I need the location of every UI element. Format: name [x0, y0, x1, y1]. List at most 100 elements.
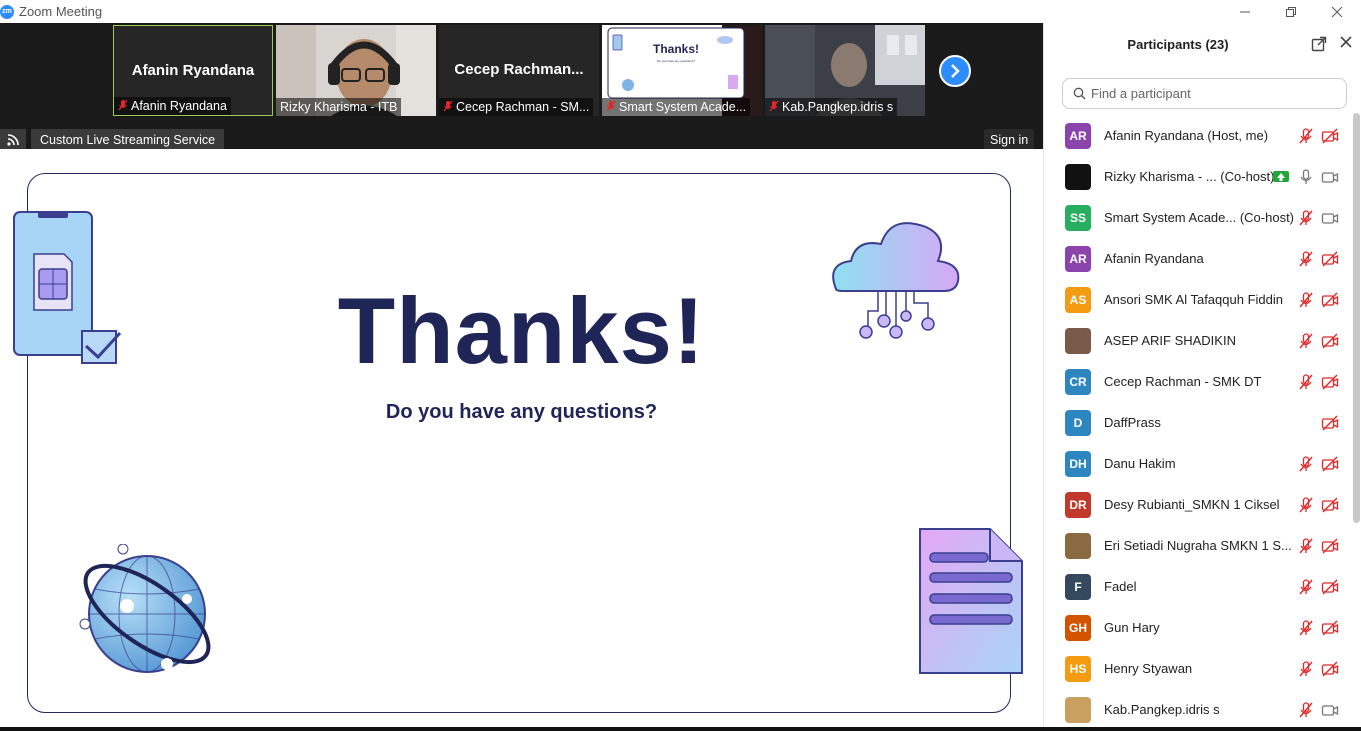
video-tile-kab-pangkep[interactable]: Kab.Pangkep.idris s: [765, 25, 925, 116]
participants-title: Participants (23): [1127, 37, 1229, 52]
participant-name: Kab.Pangkep.idris s: [1104, 702, 1220, 717]
muted-mic-icon[interactable]: [1297, 701, 1315, 719]
maximize-button[interactable]: [1268, 0, 1314, 23]
muted-mic-icon: [769, 100, 779, 115]
participant-name: DaffPrass: [1104, 415, 1161, 430]
muted-mic-icon[interactable]: [1297, 332, 1315, 350]
muted-mic-icon[interactable]: [1297, 291, 1315, 309]
muted-mic-icon[interactable]: [1297, 373, 1315, 391]
search-input[interactable]: [1091, 86, 1331, 101]
video-off-icon[interactable]: [1321, 250, 1339, 268]
slide-title: Thanks!: [337, 278, 706, 383]
avatar: AR: [1065, 122, 1091, 149]
participant-name: Rizky Kharisma - ... (Co-host): [1104, 169, 1275, 184]
participant-row[interactable]: GH Gun Hary: [1044, 607, 1349, 648]
chevron-right-icon: [951, 64, 960, 78]
video-off-icon[interactable]: [1321, 127, 1339, 145]
close-panel-button[interactable]: [1338, 35, 1354, 51]
participant-row[interactable]: DH Danu Hakim: [1044, 443, 1349, 484]
muted-mic-icon[interactable]: [1297, 496, 1315, 514]
muted-mic-icon[interactable]: [1297, 209, 1315, 227]
video-off-icon[interactable]: [1321, 619, 1339, 637]
video-off-icon[interactable]: [1321, 414, 1339, 432]
close-window-button[interactable]: [1314, 0, 1360, 23]
video-off-icon[interactable]: [1321, 496, 1339, 514]
participant-row[interactable]: AS Ansori SMK Al Tafaqquh Fiddin: [1044, 279, 1349, 320]
participant-row[interactable]: DR Desy Rubianti_SMKN 1 Ciksel: [1044, 484, 1349, 525]
mic-icon[interactable]: [1297, 168, 1315, 186]
participant-row[interactable]: HS Henry Styawan: [1044, 648, 1349, 689]
participant-row[interactable]: F Fadel: [1044, 566, 1349, 607]
tile-label: Rizky Kharisma - ITB: [276, 98, 402, 116]
pop-out-icon[interactable]: [1311, 36, 1327, 52]
video-off-icon[interactable]: [1321, 332, 1339, 350]
tile-label: Afanin Ryandana: [114, 97, 231, 115]
window-title: Zoom Meeting: [19, 4, 103, 19]
avatar: HS: [1065, 655, 1091, 682]
participants-scrollbar[interactable]: [1353, 113, 1360, 523]
avatar: [1065, 696, 1091, 723]
screen-share-icon: [1273, 171, 1289, 182]
tile-display-name: Afanin Ryandana: [131, 62, 255, 79]
search-icon: [1073, 87, 1086, 100]
muted-mic-icon[interactable]: [1297, 250, 1315, 268]
video-tile-smart-system[interactable]: Thanks! Do you have any questions? Smart…: [602, 25, 762, 116]
participant-row[interactable]: CR Cecep Rachman - SMK DT: [1044, 361, 1349, 402]
title-bar: zm Zoom Meeting: [0, 0, 1361, 23]
participant-row[interactable]: AR Afanin Ryandana: [1044, 238, 1349, 279]
video-tile-cecep[interactable]: Cecep Rachman... Cecep Rachman - SM...: [439, 25, 599, 116]
avatar: [1065, 163, 1091, 190]
participant-row[interactable]: SS Smart System Acade... (Co-host): [1044, 197, 1349, 238]
participant-name: Afanin Ryandana: [1104, 251, 1204, 266]
video-icon[interactable]: [1321, 701, 1339, 719]
next-page-button[interactable]: [939, 55, 971, 87]
avatar: D: [1065, 409, 1091, 436]
video-off-icon[interactable]: [1321, 578, 1339, 596]
video-icon[interactable]: [1321, 168, 1339, 186]
muted-mic-icon: [118, 99, 128, 114]
tile-label: Cecep Rachman - SM...: [439, 98, 594, 116]
tile-label: Kab.Pangkep.idris s: [765, 98, 898, 116]
participant-search[interactable]: [1062, 78, 1347, 109]
video-icon[interactable]: [1321, 209, 1339, 227]
avatar: AR: [1065, 245, 1091, 272]
sign-in-button[interactable]: Sign in: [984, 129, 1035, 151]
video-tile-afanin[interactable]: Afanin Ryandana Afanin Ryandana: [113, 25, 273, 116]
participant-name: Eri Setiadi Nugraha SMKN 1 S...: [1104, 538, 1292, 553]
muted-mic-icon: [606, 100, 616, 115]
live-stream-button[interactable]: [0, 129, 26, 151]
participant-row[interactable]: ASEP ARIF SHADIKIN: [1044, 320, 1349, 361]
live-stream-status[interactable]: Custom Live Streaming Service: [31, 129, 225, 151]
video-off-icon[interactable]: [1321, 373, 1339, 391]
participant-name: Henry Styawan: [1104, 661, 1193, 676]
muted-mic-icon[interactable]: [1297, 619, 1315, 637]
avatar: DR: [1065, 491, 1091, 518]
participant-name: Gun Hary: [1104, 620, 1160, 635]
muted-mic-icon[interactable]: [1297, 537, 1315, 555]
globe-satellite-icon: [79, 544, 211, 673]
participant-name: Fadel: [1104, 579, 1137, 594]
tile-display-name: Cecep Rachman...: [454, 61, 584, 78]
participant-row[interactable]: Kab.Pangkep.idris s: [1044, 689, 1349, 730]
video-tile-rizky[interactable]: Rizky Kharisma - ITB: [276, 25, 436, 116]
participants-panel: Participants (23) AR Afanin Ryandana (Hos…: [1043, 23, 1361, 731]
participant-row[interactable]: Eri Setiadi Nugraha SMKN 1 S...: [1044, 525, 1349, 566]
participant-row[interactable]: AR Afanin Ryandana (Host, me): [1044, 115, 1349, 156]
participant-name: Danu Hakim: [1104, 456, 1176, 471]
muted-mic-icon[interactable]: [1297, 578, 1315, 596]
taskbar-edge: [0, 727, 1361, 731]
video-off-icon[interactable]: [1321, 455, 1339, 473]
participant-name: Smart System Acade... (Co-host): [1104, 210, 1295, 225]
avatar: SS: [1065, 204, 1091, 231]
muted-mic-icon[interactable]: [1297, 660, 1315, 678]
minimize-button[interactable]: [1222, 0, 1268, 23]
muted-mic-icon[interactable]: [1297, 127, 1315, 145]
minimize-icon: [1240, 11, 1250, 12]
video-off-icon[interactable]: [1321, 537, 1339, 555]
muted-mic-icon[interactable]: [1297, 455, 1315, 473]
video-off-icon[interactable]: [1321, 660, 1339, 678]
participant-row[interactable]: Rizky Kharisma - ... (Co-host): [1044, 156, 1349, 197]
restore-icon: [1286, 6, 1296, 17]
participant-row[interactable]: D DaffPrass: [1044, 402, 1349, 443]
video-off-icon[interactable]: [1321, 291, 1339, 309]
